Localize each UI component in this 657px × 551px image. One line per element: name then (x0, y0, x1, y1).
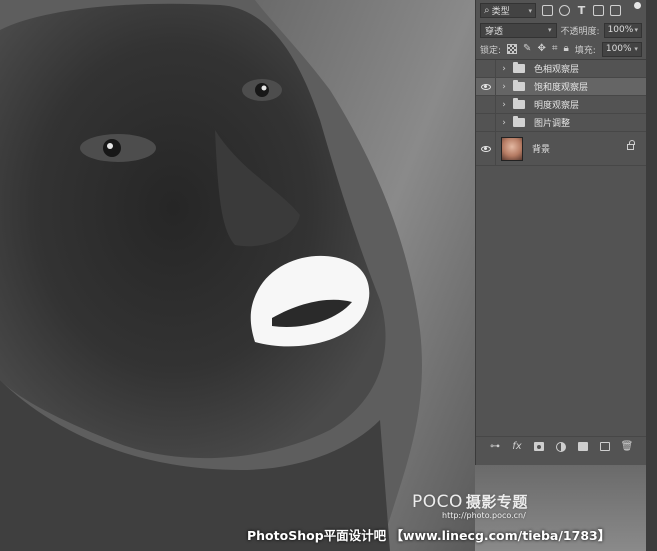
blend-mode-value: 穿透 (485, 26, 504, 37)
document-canvas[interactable] (0, 0, 475, 551)
lock-row: 锁定: ✎ ✥ ⌗ 🔒︎ 填充: 100% ▾ (480, 41, 642, 57)
layer-name: 图片调整 (534, 119, 571, 129)
new-layer-icon[interactable] (600, 441, 611, 452)
layer-row-adjust[interactable]: › 图片调整 (476, 114, 646, 132)
visibility-toggle[interactable] (476, 96, 496, 113)
chevron-right-icon[interactable]: › (499, 100, 509, 110)
lock-icon (627, 140, 635, 150)
folder-icon (513, 80, 525, 91)
opacity-label: 不透明度: (560, 26, 600, 37)
lock-artboard-icon[interactable]: ⌗ (552, 44, 558, 54)
lock-label: 锁定: (480, 45, 502, 56)
chevron-down-icon: ▾ (634, 45, 638, 53)
adjustment-filter-icon[interactable] (559, 5, 570, 16)
chevron-down-icon: ▾ (548, 26, 552, 34)
watermark-url: http://photo.poco.cn/ (442, 511, 526, 520)
chevron-down-icon: ▾ (528, 6, 532, 15)
blend-mode-select[interactable]: 穿透 ▾ (480, 22, 557, 38)
layer-name: 背景 (532, 145, 551, 155)
fx-icon[interactable]: fx (512, 441, 523, 452)
smart-object-filter-icon[interactable] (610, 5, 621, 16)
search-icon: ⌕ (484, 4, 490, 16)
layer-row-hue[interactable]: › 色相观察层 (476, 60, 646, 78)
pixel-filter-icon[interactable] (542, 5, 553, 16)
chevron-down-icon: ▾ (634, 26, 638, 34)
folder-icon[interactable] (578, 441, 589, 452)
watermark-brand-cn: 摄影专题 (465, 493, 528, 511)
layers-list: › 色相观察层 › 饱和度观察层 › 明度观察层 › 图片调整 背景 (476, 60, 646, 166)
chevron-right-icon[interactable]: › (499, 82, 509, 92)
opacity-field[interactable]: 100% ▾ (603, 22, 642, 38)
layer-thumbnail (501, 136, 523, 161)
panel-scroll-strip (646, 0, 657, 551)
fill-value: 100% (605, 44, 632, 54)
watermark-brand: POCO 摄影专题 (412, 491, 528, 512)
layer-row-background[interactable]: 背景 (476, 132, 646, 166)
lock-move-icon[interactable]: ✥ (537, 44, 545, 54)
mask-icon[interactable] (534, 441, 545, 452)
chevron-right-icon[interactable]: › (499, 64, 509, 74)
layer-filter-select[interactable]: ⌕ 类型 ▾ (480, 3, 536, 18)
filter-label: 类型 (491, 7, 510, 17)
link-icon[interactable]: ⊶ (490, 441, 501, 452)
eye-icon (480, 83, 491, 90)
lock-brush-icon[interactable]: ✎ (523, 44, 531, 54)
layer-row-saturation[interactable]: › 饱和度观察层 (476, 78, 646, 96)
type-filter-icon[interactable]: T (576, 5, 587, 16)
watermark-brand-name: POCO (412, 492, 463, 512)
adjustment-icon[interactable] (556, 441, 567, 452)
layer-name: 明度观察层 (534, 101, 580, 111)
layer-filter-row: ⌕ 类型 ▾ T (480, 2, 642, 19)
eye-icon (480, 145, 491, 152)
folder-icon (513, 116, 525, 127)
visibility-toggle[interactable] (476, 132, 496, 165)
chevron-right-icon[interactable]: › (499, 118, 509, 128)
layers-bottom-toolbar: ⊶ fx 🗑︎ (476, 436, 646, 456)
watermark-footer: PhotoShop平面设计吧 【www.linecg.com/tieba/178… (247, 528, 611, 543)
visibility-toggle[interactable] (476, 60, 496, 77)
fill-label: 填充: (574, 45, 596, 56)
trash-icon[interactable]: 🗑︎ (621, 441, 634, 452)
layer-name: 色相观察层 (534, 65, 580, 75)
visibility-toggle[interactable] (476, 114, 496, 131)
layer-name: 饱和度观察层 (534, 83, 589, 93)
fill-field[interactable]: 100% ▾ (601, 41, 642, 57)
layer-row-lightness[interactable]: › 明度观察层 (476, 96, 646, 114)
visibility-toggle[interactable] (476, 78, 496, 95)
panel-menu-dot[interactable] (634, 2, 641, 9)
lock-all-icon[interactable]: 🔒︎ (563, 44, 568, 54)
folder-icon (513, 98, 525, 109)
opacity-value: 100% (607, 25, 634, 35)
layers-panel: ⌕ 类型 ▾ T 穿透 ▾ 不透明度: 100% ▾ 锁定: ✎ ✥ ⌗ 🔒︎ … (475, 0, 646, 465)
blend-row: 穿透 ▾ 不透明度: 100% ▾ (480, 22, 642, 38)
shape-filter-icon[interactable] (593, 5, 604, 16)
folder-icon (513, 62, 525, 73)
lock-transparent-icon[interactable] (507, 44, 518, 54)
canvas-image (0, 0, 475, 551)
